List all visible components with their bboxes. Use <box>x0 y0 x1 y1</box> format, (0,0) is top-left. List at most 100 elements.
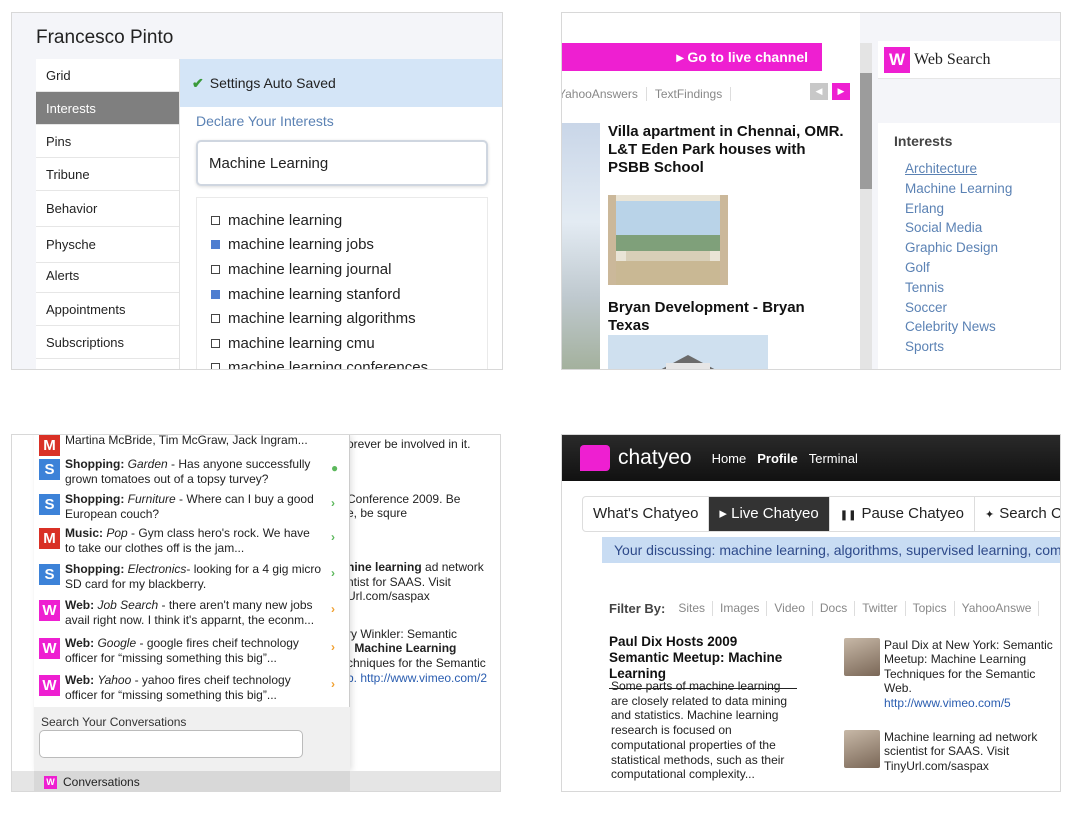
filter-yahooanswers[interactable]: YahooAnswe <box>955 601 1040 616</box>
web-search-panel: ▸ Go to live channel YahooAnswers TextFi… <box>561 12 1061 370</box>
filter-topics[interactable]: Topics <box>906 601 955 616</box>
suggestion-label: machine learning algorithms <box>228 310 416 328</box>
conversation-snippet: Martina McBride, Tim McGraw, Jack Ingram… <box>65 434 308 447</box>
sidebar-item-grid[interactable]: Grid <box>36 59 179 92</box>
conversation-category: Web: <box>65 636 95 650</box>
category-badge-icon: W <box>39 675 60 696</box>
next-arrow-icon[interactable]: ▶ <box>832 83 850 100</box>
suggestion-item[interactable]: machine learning stanford <box>197 282 487 307</box>
conversation-text: Shopping: Electronics- looking for a 4 g… <box>65 562 323 591</box>
filter-docs[interactable]: Docs <box>813 601 856 616</box>
conversation-item[interactable]: M Music: Pop - Gym class hero's rock. We … <box>34 526 350 562</box>
sidebar-item-behavior[interactable]: Behavior <box>36 191 179 227</box>
checkbox[interactable] <box>211 289 220 299</box>
conversation-text: Martina McBride, Tim McGraw, Jack Ingram… <box>65 434 323 448</box>
chevron-right-icon[interactable]: › <box>331 602 335 616</box>
checkbox[interactable] <box>211 363 220 369</box>
filter-video[interactable]: Video <box>767 601 813 616</box>
checkbox[interactable] <box>211 264 220 274</box>
checkbox[interactable] <box>211 314 220 324</box>
tab-textfindings[interactable]: TextFindings <box>647 87 732 101</box>
suggestion-item[interactable]: machine learning <box>197 208 487 233</box>
header-spacer <box>878 79 1060 123</box>
conversation-item[interactable]: M Martina McBride, Tim McGraw, Jack Ingra… <box>34 434 350 469</box>
checkbox[interactable] <box>211 338 220 348</box>
conversation-item[interactable]: W Web: Google - google fires cheif techno… <box>34 636 350 672</box>
interest-link[interactable]: Machine Learning <box>905 179 1012 199</box>
sidebar-item-interests[interactable]: Interests <box>36 92 179 125</box>
conversation-text: Web: Job Search - there aren't many new … <box>65 598 323 627</box>
checkbox[interactable] <box>211 215 220 225</box>
conversation-item[interactable]: W Web: Yahoo - yahoo fires cheif technolo… <box>34 673 350 709</box>
nav-terminal[interactable]: Terminal <box>809 451 858 466</box>
suggestion-item[interactable]: machine learning algorithms <box>197 306 487 331</box>
chevron-right-icon[interactable]: › <box>331 640 335 654</box>
conversation-search-input[interactable] <box>39 730 303 758</box>
interests-heading: Interests <box>894 133 953 149</box>
conversation-item[interactable]: S Shopping: Electronics- looking for a 4 … <box>34 562 350 598</box>
interest-link[interactable]: Sports <box>905 337 1012 357</box>
saved-status-text: Settings Auto Saved <box>209 75 336 91</box>
nav-home[interactable]: Home <box>712 451 747 466</box>
filter-images[interactable]: Images <box>713 601 768 616</box>
villa-thumbnail[interactable] <box>608 195 728 285</box>
avatar[interactable] <box>844 730 880 768</box>
sidebar-item-tribune[interactable]: Tribune <box>36 158 179 191</box>
conversation-item[interactable]: S Shopping: Furniture - Where can I buy a… <box>34 492 350 528</box>
suggestion-label: machine learning jobs <box>228 236 374 254</box>
suggestion-item[interactable]: machine learning conferences <box>197 356 487 369</box>
tab-yahooanswers[interactable]: YahooAnswers <box>562 87 647 101</box>
chevron-right-icon[interactable]: › <box>331 677 335 691</box>
interest-link[interactable]: Golf <box>905 258 1012 278</box>
conversations-tab[interactable]: W Conversations <box>34 771 350 791</box>
conversations-tab-label: Conversations <box>63 775 140 789</box>
suggestion-item[interactable]: machine learning journal <box>197 257 487 282</box>
article-title[interactable]: Bryan Development - Bryan Texas <box>608 299 848 335</box>
interest-link[interactable]: Celebrity News <box>905 317 1012 337</box>
prev-arrow-icon[interactable]: ◀ <box>810 83 828 100</box>
web-search-header: W Web Search <box>878 41 1060 79</box>
filter-bar: Filter By: Sites Images Video Docs Twitt… <box>609 601 1040 616</box>
interest-link[interactable]: Social Media <box>905 218 1012 238</box>
interest-link[interactable]: Erlang <box>905 199 1012 219</box>
interest-link[interactable]: Tennis <box>905 278 1012 298</box>
conversation-item[interactable]: W Web: Job Search - there aren't many new… <box>34 598 350 634</box>
house-thumbnail[interactable] <box>608 335 768 370</box>
avatar[interactable] <box>844 638 880 676</box>
interest-link[interactable]: Graphic Design <box>905 238 1012 258</box>
go-to-live-channel-button[interactable]: ▸ Go to live channel <box>562 43 822 71</box>
search-icon: ✦ <box>985 509 995 521</box>
saved-status-bar: ✔ Settings Auto Saved <box>180 59 502 107</box>
scrollbar[interactable] <box>860 43 872 369</box>
conversation-category: Shopping: <box>65 492 125 506</box>
article-title[interactable]: Villa apartment in Chennai, OMR. L&T Ede… <box>608 123 848 177</box>
interest-link[interactable]: Architecture <box>905 159 1012 179</box>
filter-sites[interactable]: Sites <box>671 601 714 616</box>
sidebar-item-alerts[interactable]: Alerts <box>36 263 179 293</box>
sidebar-item-subscriptions[interactable]: Subscriptions <box>36 326 179 359</box>
checkbox[interactable] <box>211 240 220 250</box>
nav-profile[interactable]: Profile <box>757 451 797 466</box>
tab-pause-chatyeo[interactable]: ❚❚ Pause Chatyeo <box>830 497 976 531</box>
sidebar-item-physche[interactable]: Physche <box>36 227 179 263</box>
mode-tabs: What's Chatyeo ▸ Live Chatyeo ❚❚ Pause Ch… <box>582 496 1060 532</box>
sidebar-item-appointments[interactable]: Appointments <box>36 293 179 326</box>
background-text: Url.com/saspax <box>347 589 430 603</box>
sidebar-item-pins[interactable]: Pins <box>36 125 179 158</box>
tab-live-chatyeo[interactable]: ▸ Live Chatyeo <box>709 497 830 531</box>
chevron-right-icon[interactable]: › <box>331 496 335 510</box>
suggestion-item[interactable]: machine learning cmu <box>197 331 487 356</box>
bottom-bar: W Conversations <box>12 771 500 791</box>
interest-input[interactable] <box>196 140 488 186</box>
tweet-link[interactable]: http://www.vimeo.com/5 <box>884 696 1011 710</box>
interest-link[interactable]: Soccer <box>905 298 1012 318</box>
background-link[interactable]: b. http://www.vimeo.com/2 <box>347 671 487 685</box>
scrollbar-thumb[interactable] <box>860 73 872 189</box>
chevron-right-icon[interactable]: › <box>331 566 335 580</box>
suggestion-label: machine learning cmu <box>228 334 375 352</box>
chevron-right-icon[interactable]: › <box>331 530 335 544</box>
filter-twitter[interactable]: Twitter <box>855 601 906 616</box>
tab-whats-chatyeo[interactable]: What's Chatyeo <box>583 497 710 531</box>
tab-search-chat[interactable]: ✦ Search Chat <box>975 497 1060 531</box>
suggestion-item[interactable]: machine learning jobs <box>197 233 487 258</box>
